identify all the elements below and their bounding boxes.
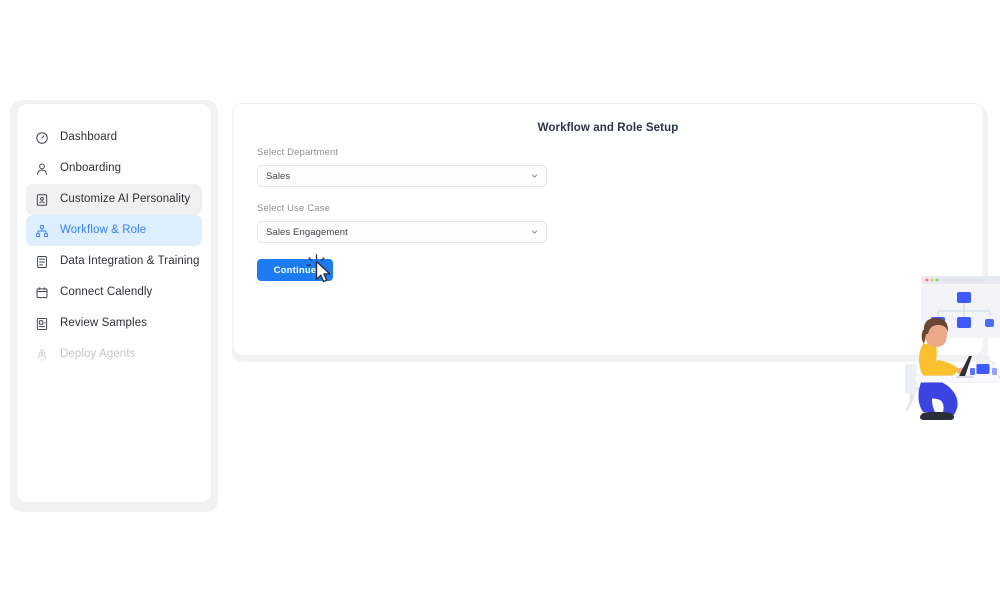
desk-items-graphic (970, 356, 997, 375)
hierarchy-icon (35, 224, 49, 238)
sidebar-item-workflow-role[interactable]: Workflow & Role (26, 215, 202, 246)
gauge-icon (35, 131, 49, 145)
sidebar-item-data-integration-training[interactable]: Data Integration & Training (26, 246, 202, 277)
continue-button[interactable]: Continue (257, 259, 333, 281)
sidebar-item-label: Dashboard (60, 130, 118, 143)
department-select-wrap: Sales (257, 165, 547, 187)
sidebar-item-review-samples[interactable]: Review Samples (26, 308, 202, 339)
id-card-icon (35, 193, 49, 207)
sidebar-item-customize-ai-personality[interactable]: Customize AI Personality (26, 184, 202, 215)
app-screen: Dashboard Onboarding Customize AI Personal… (0, 0, 1000, 615)
workflow-role-form: Select Department Sales Select Use Case … (257, 147, 547, 281)
server-icon (35, 255, 49, 269)
sidebar-item-label: Workflow & Role (60, 223, 147, 236)
main-panel: Workflow and Role Setup Select Departmen… (232, 103, 1000, 420)
person-icon (35, 162, 49, 176)
sidebar-item-label: Connect Calendly (60, 285, 153, 298)
use-case-select-wrap: Sales Engagement (257, 221, 547, 243)
sidebar-item-label: Onboarding (60, 161, 122, 174)
department-value: Sales (266, 170, 291, 182)
page-title: Workflow and Role Setup (537, 122, 679, 134)
document-image-icon (35, 317, 49, 331)
sidebar-item-deploy-agents: Deploy Agents (26, 339, 202, 370)
department-label: Select Department (257, 147, 339, 158)
use-case-label: Select Use Case (257, 203, 331, 214)
sidebar-item-label: Customize AI Personality (60, 192, 191, 205)
two-people-at-desk-illustration (893, 264, 1000, 444)
sidebar-item-label: Data Integration & Training (60, 254, 200, 267)
sidebar-item-connect-calendly[interactable]: Connect Calendly (26, 277, 202, 308)
department-select[interactable]: Sales (257, 165, 547, 187)
sidebar-item-label: Deploy Agents (60, 347, 136, 360)
rocket-icon (35, 348, 49, 362)
sidebar-item-onboarding[interactable]: Onboarding (26, 153, 202, 184)
use-case-value: Sales Engagement (266, 226, 348, 238)
calendar-icon (35, 286, 49, 300)
sidebar-item-label: Review Samples (60, 316, 148, 329)
sidebar-item-dashboard[interactable]: Dashboard (26, 122, 202, 153)
sidebar-nav: Dashboard Onboarding Customize AI Personal… (16, 103, 212, 503)
use-case-select[interactable]: Sales Engagement (257, 221, 547, 243)
